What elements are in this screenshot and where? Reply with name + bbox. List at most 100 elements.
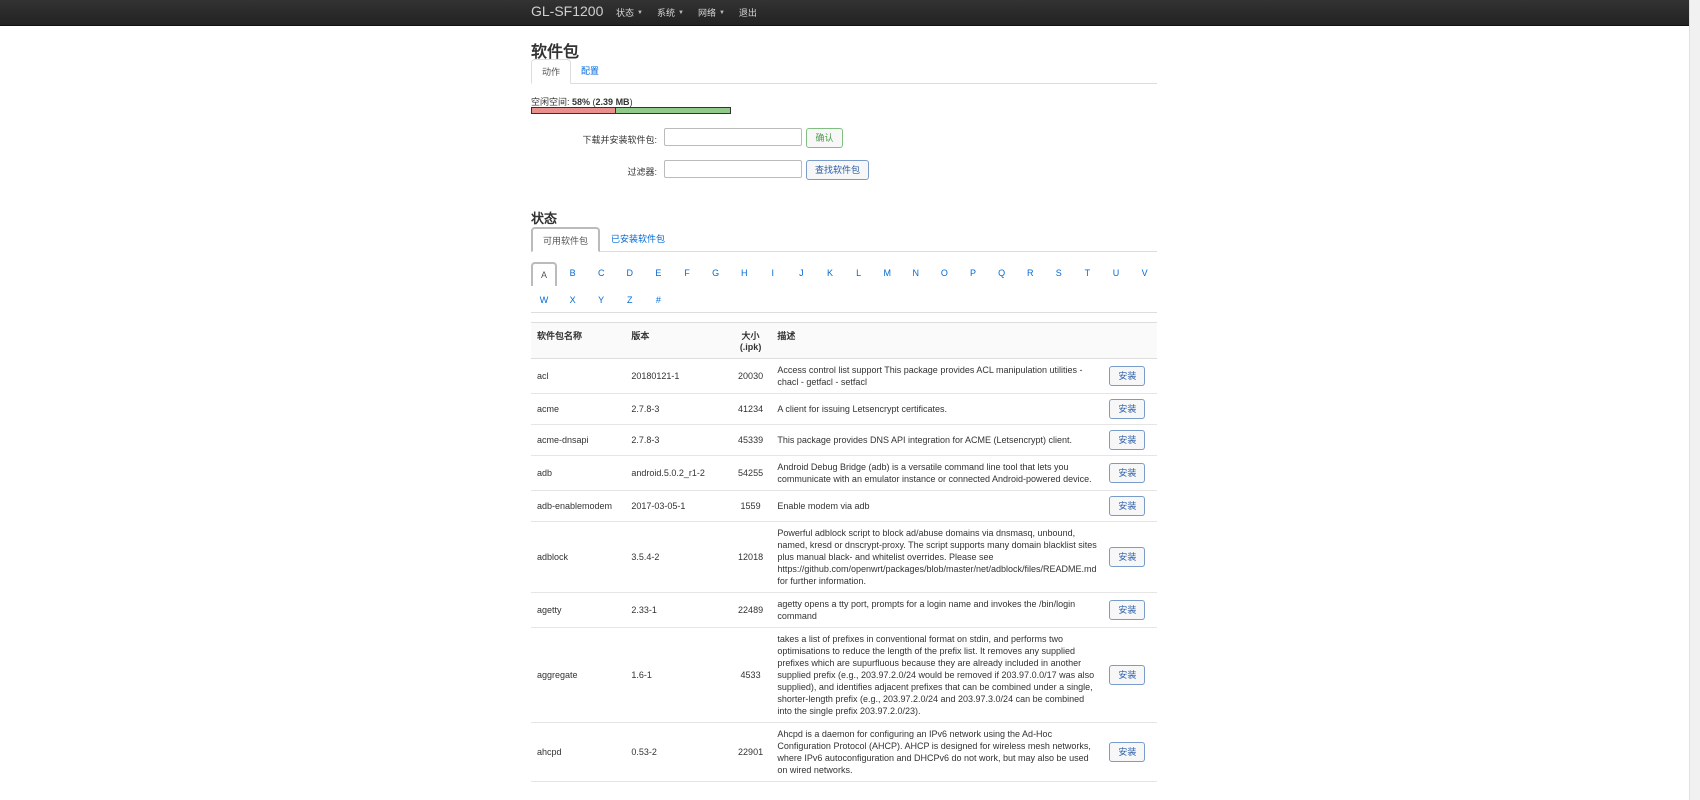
letter-filter-l[interactable]: L (846, 262, 872, 284)
letter-filter-z[interactable]: Z (617, 289, 643, 311)
letter-filter-m[interactable]: M (874, 262, 900, 284)
letter-filter-w[interactable]: W (531, 289, 557, 311)
free-space-segment (614, 108, 730, 113)
letter-filter-g[interactable]: G (703, 262, 729, 284)
header-actions (1103, 322, 1157, 359)
letter-filter-y[interactable]: Y (588, 289, 614, 311)
package-size-cell: 22489 (729, 592, 772, 628)
install-button[interactable]: 安装 (1109, 463, 1146, 483)
letter-filter-d[interactable]: D (617, 262, 643, 284)
download-install-label: 下载并安装软件包: (582, 135, 657, 145)
letter-filter-q[interactable]: Q (989, 262, 1015, 284)
package-version-cell: 2.7.8-3 (625, 393, 730, 425)
caret-down-icon: ▼ (637, 9, 643, 16)
table-row: aggregate 1.6-1 4533 takes a list of prefix… (531, 627, 1157, 723)
letter-filter-u[interactable]: U (1103, 262, 1129, 284)
package-action-cell: 安装 (1103, 722, 1157, 782)
letter-filter-j[interactable]: J (788, 262, 814, 284)
package-description-cell: Enable modem via adb (771, 490, 1104, 522)
find-package-button[interactable]: 查找软件包 (806, 160, 869, 180)
nav-network-label: 网络 (697, 8, 716, 18)
tab-configuration[interactable]: 配置 (571, 59, 609, 83)
free-space-size: 2.39 MB (595, 97, 630, 107)
package-description-cell: Access control list support This package… (771, 358, 1104, 394)
install-button[interactable]: 安装 (1109, 742, 1146, 762)
nav-logout-link[interactable]: 退出 (739, 6, 757, 19)
table-row: adb android.5.0.2_r1-2 54255 Android Debug … (531, 455, 1157, 491)
table-row: adblock 3.5.4-2 12018 Powerful adblock scri… (531, 521, 1157, 593)
package-description-cell: agetty opens a tty port, prompts for a l… (771, 592, 1104, 628)
confirm-button[interactable]: 确认 (806, 128, 843, 148)
nav-status-menu[interactable]: 状态 ▼ (616, 6, 643, 19)
letter-filter-h[interactable]: H (731, 262, 757, 284)
letter-filter-o[interactable]: O (931, 262, 957, 284)
download-package-input[interactable] (664, 128, 802, 146)
letter-filter-t[interactable]: T (1074, 262, 1100, 284)
free-space-percent: 58% (572, 97, 591, 107)
nav-status-label: 状态 (616, 8, 635, 18)
letter-filter: A B C D E F G H I J K L M N O P Q R S T U V W X Y Z # (531, 262, 1157, 313)
letter-filter-p[interactable]: P (960, 262, 986, 284)
table-row: ahcpd 0.53-2 22901 Ahcpd is a daemon for co… (531, 722, 1157, 782)
letter-filter-c[interactable]: C (588, 262, 614, 284)
package-description-cell: takes a list of prefixes in conventional… (771, 627, 1104, 723)
download-install-row: 下载并安装软件包: 确认 (531, 128, 1157, 150)
letter-filter-s[interactable]: S (1046, 262, 1072, 284)
package-description-cell: A client for issuing Letsencrypt certifi… (771, 393, 1104, 425)
package-size-cell: 12018 (729, 521, 772, 593)
tab-installed-packages[interactable]: 已安装软件包 (601, 227, 675, 251)
letter-filter-e[interactable]: E (645, 262, 671, 284)
package-action-cell: 安装 (1103, 358, 1157, 394)
tab-actions[interactable]: 动作 (531, 59, 572, 84)
install-button[interactable]: 安装 (1109, 600, 1146, 620)
used-space-segment (532, 108, 615, 113)
table-row: acme 2.7.8-3 41234 A client for issuing Let… (531, 393, 1157, 425)
table-row: acme-dnsapi 2.7.8-3 45339 This package prov… (531, 424, 1157, 456)
letter-filter-f[interactable]: F (674, 262, 700, 284)
install-button[interactable]: 安装 (1109, 547, 1146, 567)
nav-system-menu[interactable]: 系统 ▼ (657, 6, 684, 19)
package-name-cell: adblock (531, 521, 626, 593)
letter-filter-k[interactable]: K (817, 262, 843, 284)
package-version-cell: 0.53-2 (625, 722, 730, 782)
letter-filter-n[interactable]: N (903, 262, 929, 284)
status-section-title: 状态 (531, 211, 558, 226)
letter-filter-a[interactable]: A (531, 262, 557, 286)
top-navbar: GL-SF1200 状态 ▼ 系统 ▼ 网络 ▼ 退出 (0, 0, 1690, 26)
letter-filter-v[interactable]: V (1132, 262, 1158, 284)
tab-available-packages[interactable]: 可用软件包 (531, 227, 601, 252)
package-description-cell: This package provides DNS API integratio… (771, 424, 1104, 456)
install-button[interactable]: 安装 (1109, 430, 1146, 450)
brand-logo[interactable]: GL-SF1200 (531, 3, 603, 19)
package-version-cell: 1.6-1 (625, 627, 730, 723)
header-size: 大小 (.ipk) (729, 322, 772, 359)
nav-network-menu[interactable]: 网络 ▼ (698, 6, 725, 19)
package-description-cell: Android Debug Bridge (adb) is a versatil… (771, 455, 1104, 491)
package-name-cell: adb (531, 455, 626, 491)
letter-filter-b[interactable]: B (560, 262, 586, 284)
scrollbar[interactable] (1689, 0, 1700, 800)
header-size-line1: 大小 (741, 331, 760, 341)
package-size-cell: 4533 (729, 627, 772, 723)
letter-filter-hash[interactable]: # (645, 289, 671, 311)
install-button[interactable]: 安装 (1109, 366, 1146, 386)
install-button[interactable]: 安装 (1109, 496, 1146, 516)
free-space-bar (531, 107, 731, 114)
table-header-row: 软件包名称 版本 大小 (.ipk) 描述 (531, 322, 1157, 359)
package-version-cell: 2.7.8-3 (625, 424, 730, 456)
filter-input[interactable] (664, 160, 802, 178)
package-version-cell: 2017-03-05-1 (625, 490, 730, 522)
package-action-cell: 安装 (1103, 393, 1157, 425)
package-size-cell: 41234 (729, 393, 772, 425)
package-version-cell: 20180121-1 (625, 358, 730, 394)
package-name-cell: aggregate (531, 627, 626, 723)
letter-filter-x[interactable]: X (560, 289, 586, 311)
letter-filter-i[interactable]: I (760, 262, 786, 284)
install-button[interactable]: 安装 (1109, 665, 1146, 685)
letter-filter-r[interactable]: R (1017, 262, 1043, 284)
filter-label: 过滤器: (627, 167, 657, 177)
header-size-line2: (.ipk) (739, 342, 762, 352)
package-table: 软件包名称 版本 大小 (.ipk) 描述 acl 20180121-1 20030… (531, 322, 1157, 782)
install-button[interactable]: 安装 (1109, 399, 1146, 419)
package-name-cell: adb-enablemodem (531, 490, 626, 522)
